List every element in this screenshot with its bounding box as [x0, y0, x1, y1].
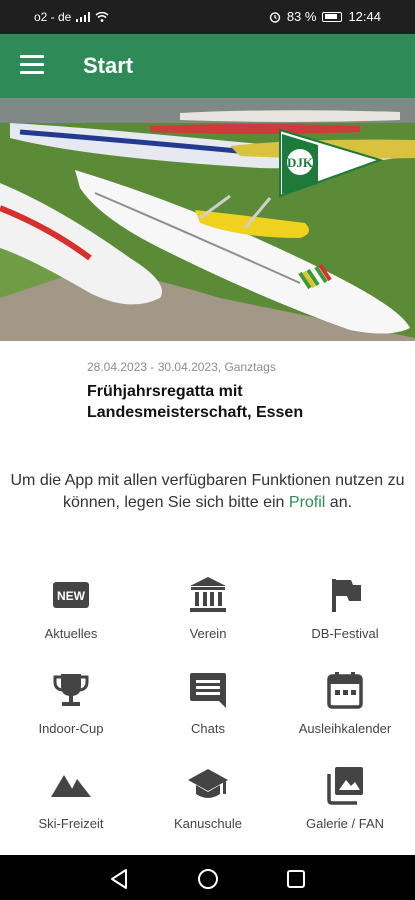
tile-label: Indoor-Cup: [38, 721, 104, 736]
event-title[interactable]: Frühjahrsregatta mit Landesmeisterschaft…: [87, 381, 387, 423]
tile-label: Galerie / FAN: [305, 816, 385, 831]
tile-label: Aktuelles: [44, 626, 98, 641]
event-date: 28.04.2023 - 30.04.2023, Ganztags: [87, 360, 276, 374]
signal-icon: [76, 12, 91, 22]
tile-label: Verein: [189, 626, 227, 641]
flag-icon: [332, 579, 361, 612]
profile-info-text: Um die App mit allen verfügbaren Funktio…: [10, 470, 405, 514]
tile-verein[interactable]: Verein: [139, 575, 277, 665]
tile-db-festival[interactable]: DB-Festival: [276, 575, 414, 665]
system-navigation-bar: [0, 855, 415, 900]
chat-icon: [190, 673, 226, 708]
school-cap-icon: [188, 769, 228, 798]
trophy-icon: [53, 674, 89, 706]
tile-label: Ski-Freizeit: [38, 816, 104, 831]
tile-label: Ausleihkalender: [298, 721, 392, 736]
carrier-label: o2 - de: [34, 10, 72, 24]
tile-aktuelles[interactable]: NEW Aktuelles: [2, 575, 140, 665]
logo-text: DJK: [287, 155, 314, 170]
wifi-icon: [95, 12, 109, 22]
profile-link[interactable]: Profil: [289, 494, 325, 511]
mountain-icon: [51, 775, 91, 797]
tile-indoor-cup[interactable]: Indoor-Cup: [2, 670, 140, 760]
tile-label: Chats: [191, 721, 225, 736]
battery-percent: 83 %: [286, 9, 317, 24]
svg-text:NEW: NEW: [57, 589, 86, 603]
app-bar: Start: [0, 34, 415, 98]
institution-icon: [190, 577, 226, 612]
tile-chats[interactable]: Chats: [139, 670, 277, 760]
calendar-icon: [327, 672, 363, 709]
tile-label: Kanuschule: [174, 816, 242, 831]
tile-ski-freizeit[interactable]: Ski-Freizeit: [2, 765, 140, 855]
tile-label: DB-Festival: [311, 626, 379, 641]
battery-icon: [322, 11, 343, 22]
tile-ausleihkalender[interactable]: Ausleihkalender: [276, 670, 414, 760]
info-text-after: an.: [329, 494, 353, 511]
gallery-icon: [327, 767, 363, 805]
tile-kanuschule[interactable]: Kanuschule: [139, 765, 277, 855]
alarm-icon: [269, 11, 281, 23]
home-icon[interactable]: [196, 867, 220, 891]
page-title: Start: [83, 53, 134, 78]
status-bar: o2 - de 83 % 12:44: [0, 0, 415, 34]
hamburger-menu-icon[interactable]: [20, 55, 44, 75]
tile-galerie-fan[interactable]: Galerie / FAN: [276, 765, 414, 855]
hero-image[interactable]: DJK: [0, 98, 415, 341]
new-badge-icon: NEW: [53, 582, 89, 608]
back-icon[interactable]: [108, 867, 132, 891]
clock: 12:44: [348, 9, 381, 24]
recents-icon[interactable]: [284, 867, 308, 891]
